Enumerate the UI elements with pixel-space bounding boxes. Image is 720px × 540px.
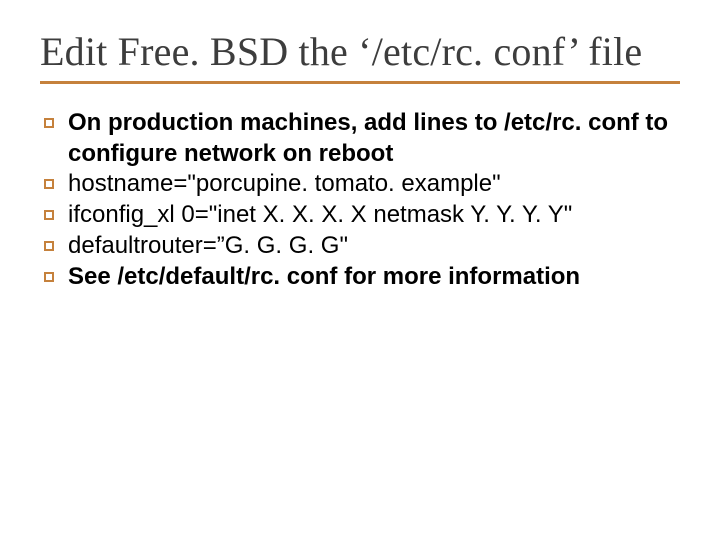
square-bullet-icon xyxy=(44,272,54,282)
list-item: See /etc/default/rc. conf for more infor… xyxy=(44,262,680,293)
list-item-text: See /etc/default/rc. conf for more infor… xyxy=(68,262,580,293)
list-item-text: hostname="porcupine. tomato. example" xyxy=(68,169,501,200)
slide: Edit Free. BSD the ‘/etc/rc. conf’ file … xyxy=(0,0,720,540)
list-item-text: ifconfig_xl 0="inet X. X. X. X netmask Y… xyxy=(68,200,572,231)
square-bullet-icon xyxy=(44,210,54,220)
list-item: hostname="porcupine. tomato. example" xyxy=(44,169,680,200)
list-item: ifconfig_xl 0="inet X. X. X. X netmask Y… xyxy=(44,200,680,231)
list-item: On production machines, add lines to /et… xyxy=(44,108,680,169)
slide-body: On production machines, add lines to /et… xyxy=(40,108,680,292)
square-bullet-icon xyxy=(44,118,54,128)
square-bullet-icon xyxy=(44,241,54,251)
square-bullet-icon xyxy=(44,179,54,189)
list-item-text: defaultrouter=”G. G. G. G" xyxy=(68,231,348,262)
slide-title: Edit Free. BSD the ‘/etc/rc. conf’ file xyxy=(40,28,680,75)
list-item: defaultrouter=”G. G. G. G" xyxy=(44,231,680,262)
list-item-text: On production machines, add lines to /et… xyxy=(68,108,680,169)
title-underline xyxy=(40,81,680,84)
